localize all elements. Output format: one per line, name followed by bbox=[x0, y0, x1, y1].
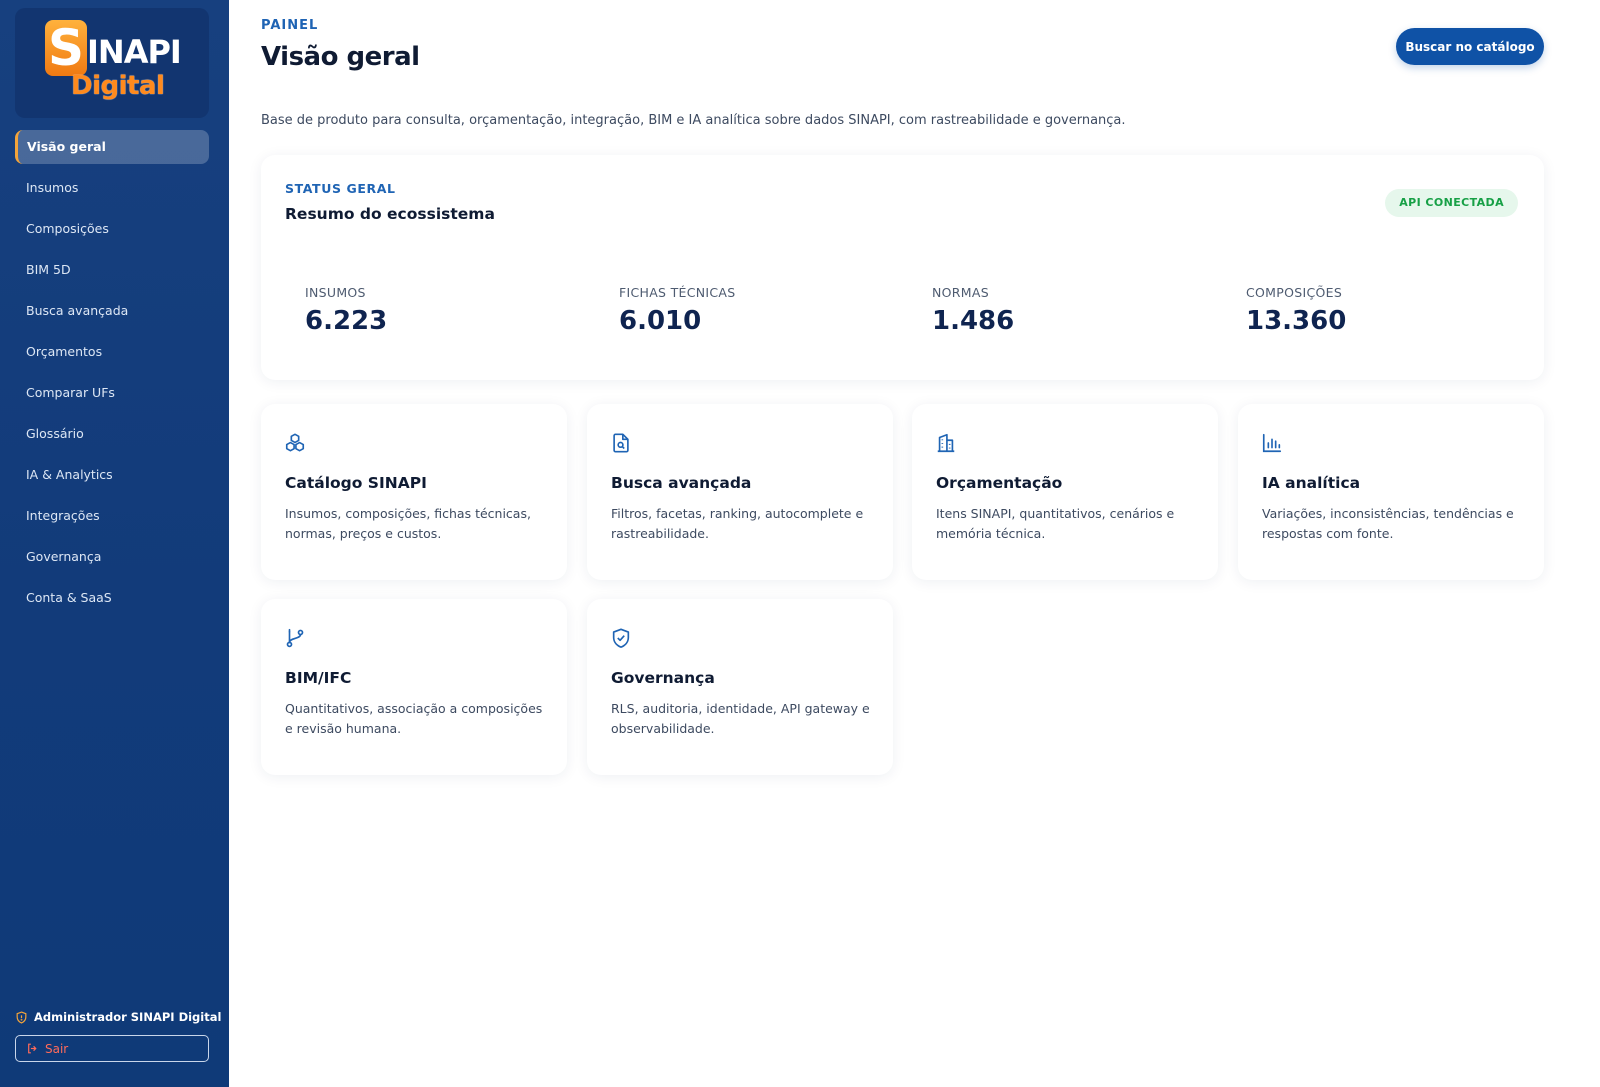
feature-card-orcamentacao[interactable]: Orçamentação Itens SINAPI, quantitativos… bbox=[912, 404, 1218, 580]
stat-value: 1.486 bbox=[932, 306, 1015, 336]
card-title: BIM/IFC bbox=[285, 669, 352, 687]
card-title: Governança bbox=[611, 669, 715, 687]
card-title: Catálogo SINAPI bbox=[285, 474, 427, 492]
card-title: Busca avançada bbox=[611, 474, 752, 492]
sidebar-item-insumos[interactable]: Insumos bbox=[15, 171, 209, 205]
stat-label: FICHAS TÉCNICAS bbox=[619, 285, 736, 300]
feature-card-bim-ifc[interactable]: BIM/IFC Quantitativos, associação a comp… bbox=[261, 599, 567, 775]
sidebar-item-busca-avancada[interactable]: Busca avançada bbox=[15, 294, 209, 328]
feature-card-governanca[interactable]: Governança RLS, auditoria, identidade, A… bbox=[587, 599, 893, 775]
bar-chart-icon bbox=[1262, 433, 1282, 453]
sidebar-item-comparar-ufs[interactable]: Comparar UFs bbox=[15, 376, 209, 410]
sidebar-item-conta-saas[interactable]: Conta & SaaS bbox=[15, 581, 209, 615]
logo-wordmark: INAPI bbox=[87, 33, 182, 71]
feature-card-catalogo[interactable]: Catálogo SINAPI Insumos, composições, fi… bbox=[261, 404, 567, 580]
page-description: Base de produto para consulta, orçamenta… bbox=[261, 113, 1126, 128]
stat-normas: NORMAS 1.486 bbox=[932, 285, 1014, 336]
status-summary-card: STATUS GERAL Resumo do ecossistema API C… bbox=[261, 155, 1544, 380]
card-title: IA analítica bbox=[1262, 474, 1361, 492]
sidebar-item-integracoes[interactable]: Integrações bbox=[15, 499, 209, 533]
logout-button[interactable]: Sair bbox=[15, 1035, 209, 1062]
logout-label: Sair bbox=[45, 1041, 69, 1056]
sinapi-digital-logo[interactable]: S INAPI Digital bbox=[15, 8, 209, 118]
page-eyebrow: PAINEL bbox=[261, 18, 319, 33]
feature-card-ia-analitica[interactable]: IA analítica Variações, inconsistências,… bbox=[1238, 404, 1544, 580]
sidebar-item-glossario[interactable]: Glossário bbox=[15, 417, 209, 451]
logout-icon bbox=[28, 1043, 37, 1054]
current-user-name: Administrador SINAPI Digital bbox=[34, 1010, 222, 1024]
sidebar-item-composicoes[interactable]: Composições bbox=[15, 212, 209, 246]
card-description: Filtros, facetas, ranking, autocomplete … bbox=[611, 506, 864, 541]
logo-subtitle: Digital bbox=[71, 71, 165, 101]
feature-card-busca-avancada[interactable]: Busca avançada Filtros, facetas, ranking… bbox=[587, 404, 893, 580]
shield-icon bbox=[16, 1010, 27, 1024]
sidebar-item-bim-5d[interactable]: BIM 5D bbox=[15, 253, 209, 287]
stat-value: 6.223 bbox=[305, 306, 388, 336]
git-branch-icon bbox=[286, 628, 304, 648]
card-description: RLS, auditoria, identidade, API gateway … bbox=[611, 701, 870, 736]
sidebar-item-visao-geral[interactable]: Visão geral bbox=[15, 130, 209, 164]
stat-value: 6.010 bbox=[619, 306, 702, 336]
card-description: Itens SINAPI, quantitativos, cenários e … bbox=[936, 506, 1175, 541]
sidebar-item-orcamentos[interactable]: Orçamentos bbox=[15, 335, 209, 369]
stat-label: INSUMOS bbox=[305, 285, 366, 300]
stat-composicoes: COMPOSIÇÕES 13.360 bbox=[1246, 285, 1346, 336]
status-title: Resumo do ecossistema bbox=[285, 205, 495, 223]
card-description: Quantitativos, associação a composições … bbox=[285, 701, 543, 736]
stat-label: NORMAS bbox=[932, 285, 989, 300]
sidebar: S INAPI Digital Visão geral Insumos Comp… bbox=[0, 0, 229, 1087]
status-eyebrow: STATUS GERAL bbox=[285, 181, 396, 196]
api-status-badge: API CONECTADA bbox=[1385, 189, 1518, 217]
building-icon bbox=[937, 433, 955, 453]
current-user: Administrador SINAPI Digital bbox=[15, 1010, 221, 1024]
stat-label: COMPOSIÇÕES bbox=[1246, 285, 1343, 300]
stat-value: 13.360 bbox=[1246, 306, 1347, 336]
stat-insumos: INSUMOS 6.223 bbox=[305, 285, 387, 336]
card-title: Orçamentação bbox=[936, 474, 1063, 492]
logo-initial: S bbox=[45, 20, 87, 76]
page-title: Visão geral bbox=[261, 42, 420, 72]
file-search-icon bbox=[613, 433, 629, 453]
sidebar-item-governanca[interactable]: Governança bbox=[15, 540, 209, 574]
shield-check-icon bbox=[612, 628, 630, 648]
cubes-icon bbox=[285, 433, 305, 452]
card-description: Variações, inconsistências, tendências e… bbox=[1262, 506, 1514, 541]
search-catalog-button[interactable]: Buscar no catálogo bbox=[1396, 28, 1544, 65]
card-description: Insumos, composições, fichas técnicas, n… bbox=[285, 506, 531, 541]
sidebar-item-ia-analytics[interactable]: IA & Analytics bbox=[15, 458, 209, 492]
sidebar-nav: Visão geral Insumos Composições BIM 5D B… bbox=[15, 130, 209, 622]
stat-fichas-tecnicas: FICHAS TÉCNICAS 6.010 bbox=[619, 285, 735, 336]
